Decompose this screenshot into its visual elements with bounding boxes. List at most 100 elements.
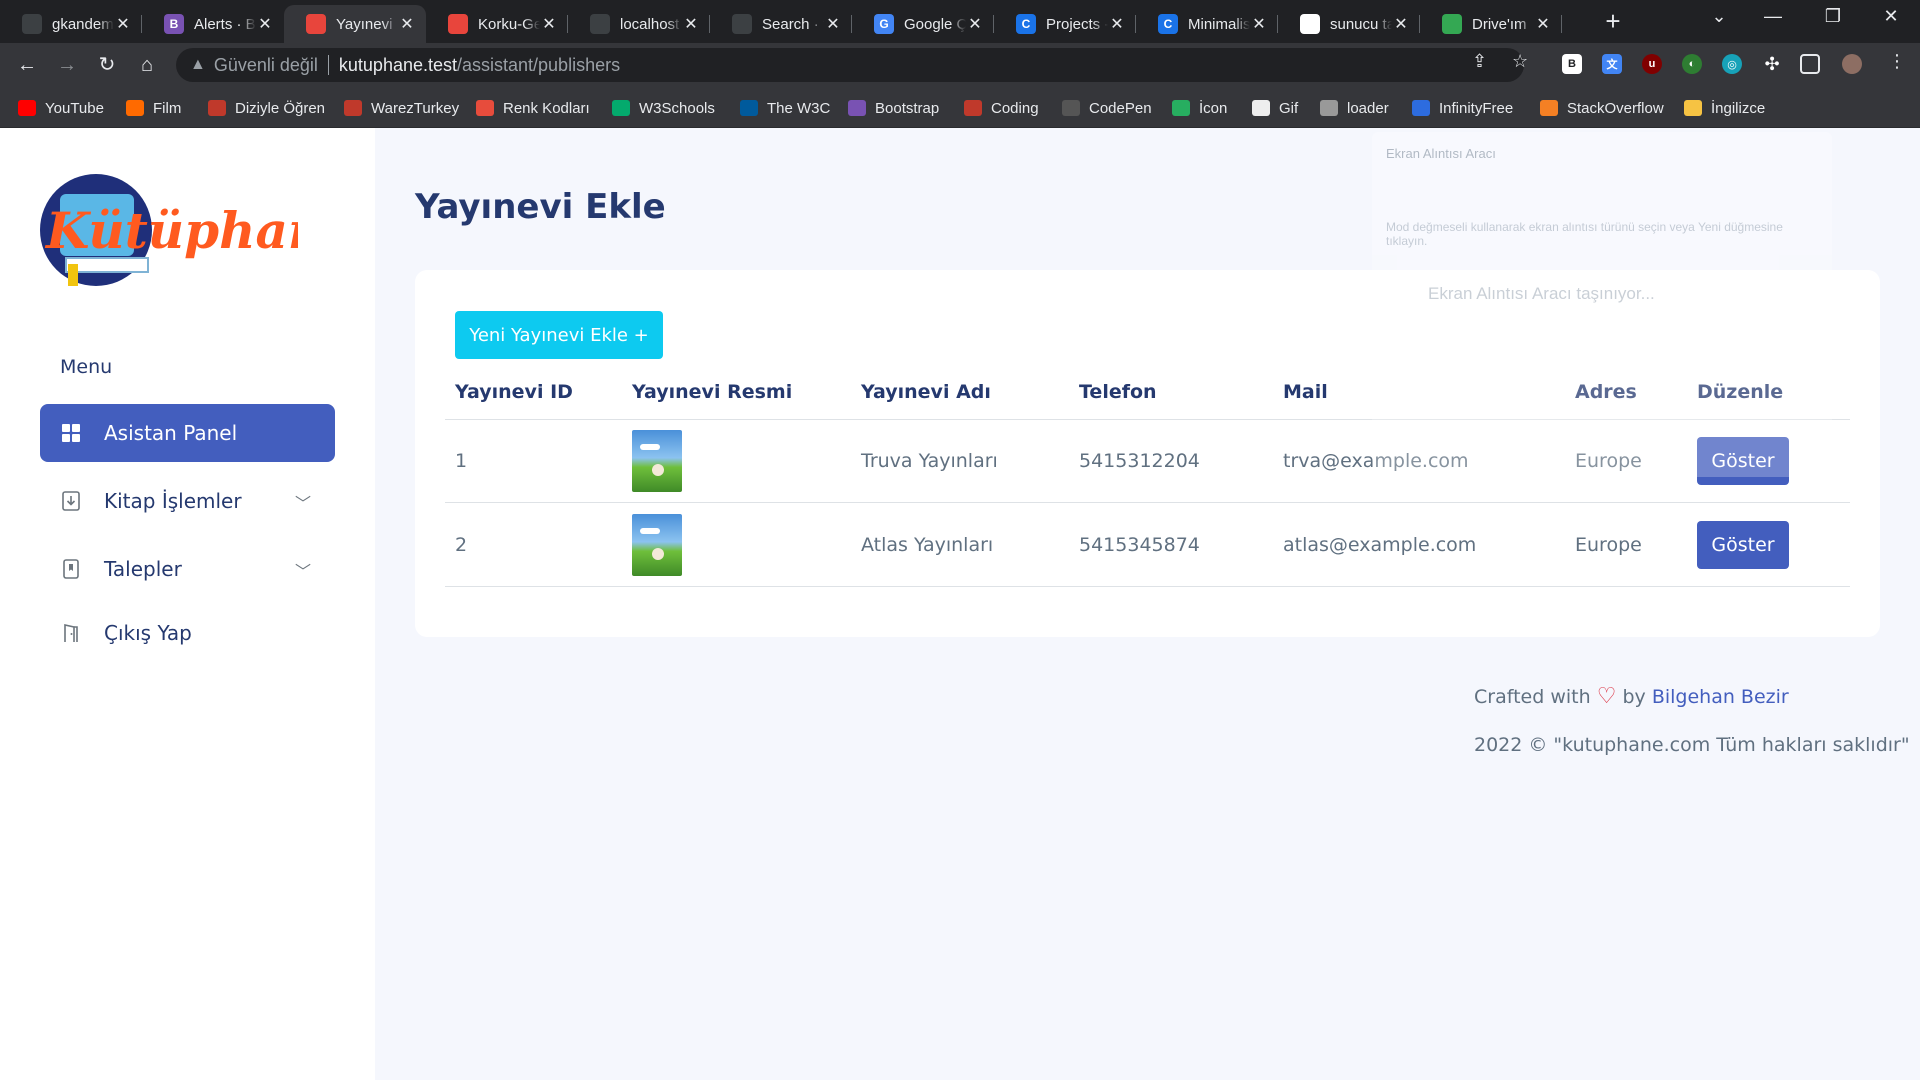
restore-button[interactable]: ❐ [1818, 6, 1848, 27]
overlay-title: Ekran Alıntısı Aracı [1386, 146, 1496, 161]
tab-favicon-icon [448, 14, 468, 34]
door-icon [60, 622, 82, 644]
bookmark-favicon-icon [964, 100, 982, 116]
tab-close-icon[interactable]: ✕ [398, 14, 416, 34]
share-icon[interactable]: ⇪ [1472, 51, 1487, 72]
bookmark-item[interactable]: loader [1320, 97, 1389, 119]
footer-crafted: Crafted with [1474, 686, 1591, 708]
tab-close-icon[interactable]: ✕ [1250, 14, 1268, 34]
tab-close-icon[interactable]: ✕ [1534, 14, 1552, 34]
tab-close-icon[interactable]: ✕ [1392, 14, 1410, 34]
reload-icon[interactable]: ↻ [92, 51, 122, 79]
address-path: /assistant/publishers [457, 54, 621, 75]
bookmark-favicon-icon [1540, 100, 1558, 116]
bookmark-item[interactable]: InfinityFree [1412, 97, 1513, 119]
bookmark-favicon-icon [1684, 100, 1702, 116]
close-window-button[interactable]: ✕ [1876, 6, 1906, 27]
show-button[interactable]: Göster [1697, 521, 1789, 569]
browser-tab[interactable]: Yayınevi E✕ [284, 5, 426, 43]
forward-icon[interactable]: → [52, 51, 82, 79]
publisher-image [632, 514, 682, 576]
bookmark-favicon-icon [1412, 100, 1430, 116]
tab-close-icon[interactable]: ✕ [114, 14, 132, 34]
bookmark-item[interactable]: YouTube [18, 97, 104, 119]
tab-title: localhost [620, 15, 680, 33]
bookmark-item[interactable]: WarezTurkey [344, 97, 459, 119]
bookmark-favicon-icon [476, 100, 494, 116]
bookmark-item[interactable]: İngilizce [1684, 97, 1765, 119]
security-label: Güvenli değil [213, 54, 318, 75]
sidebar: Kütüphane Menu Asistan Panel Kitap İşlem… [0, 128, 375, 1080]
tab-close-icon[interactable]: ✕ [540, 14, 558, 34]
cell-phone: 5415312204 [1079, 450, 1200, 472]
kutuphane-logo[interactable]: Kütüphane [38, 168, 298, 298]
browser-tab[interactable]: G Google Ç ✕ [852, 5, 994, 43]
bookmark-item[interactable]: Film [126, 97, 181, 119]
bookmark-favicon-icon [18, 100, 36, 116]
more-menu-icon[interactable]: ⋮ [1888, 51, 1906, 72]
bookmark-star-icon[interactable]: ☆ [1512, 51, 1528, 72]
browser-tab[interactable]: Korku-Ge ✕ [426, 5, 568, 43]
bookmark-item[interactable]: W3Schools [612, 97, 715, 119]
sidebar-item-assistant-panel[interactable]: Asistan Panel [40, 404, 335, 462]
sidebar-item-label: Kitap İşlemler [104, 489, 242, 513]
tab-title: Alerts · Bo [194, 15, 256, 33]
tab-title: Drive'ım [1472, 15, 1527, 33]
bookmark-label: W3Schools [639, 99, 715, 117]
tab-close-icon[interactable]: ✕ [966, 14, 984, 34]
browser-tab[interactable]: sunucu ta ✕ [1278, 5, 1420, 43]
extension-b-icon[interactable]: B [1562, 54, 1582, 74]
tab-favicon-icon [1442, 14, 1462, 34]
bookmark-favicon-icon [344, 100, 362, 116]
bookmark-label: Coding [991, 99, 1039, 117]
tab-close-icon[interactable]: ✕ [256, 14, 274, 34]
bookmark-item[interactable]: CodePen [1062, 97, 1152, 119]
bookmark-icon [60, 558, 82, 580]
minimize-button[interactable]: — [1758, 6, 1788, 27]
bookmark-item[interactable]: The W3C [740, 97, 830, 119]
profile-avatar[interactable] [1842, 54, 1862, 74]
address-bar[interactable]: ▲ Güvenli değil kutuphane.test /assistan… [176, 48, 1524, 82]
tab-separator [1561, 15, 1562, 33]
puzzle-icon[interactable]: ✣ [1762, 54, 1782, 74]
sidebar-item-requests[interactable]: Talepler ﹀ [40, 540, 335, 598]
tab-close-icon[interactable]: ✕ [824, 14, 842, 34]
bookmark-item[interactable]: Bootstrap [848, 97, 939, 119]
column-header-name: Yayınevi Adı [861, 381, 991, 403]
browser-tab[interactable]: gkandem ✕ [0, 5, 142, 43]
cell-name: Atlas Yayınları [861, 534, 994, 556]
browser-tab[interactable]: B Alerts · Bo✕ [142, 5, 284, 43]
ublock-icon[interactable]: u [1642, 54, 1662, 74]
browser-tab[interactable]: Drive'ım ✕ [1420, 5, 1562, 43]
browser-tab[interactable]: C Minimalis ✕ [1136, 5, 1278, 43]
add-publisher-button[interactable]: Yeni Yayınevi Ekle + [455, 311, 663, 359]
extension-circle-icon[interactable]: ◎ [1722, 54, 1742, 74]
translate-icon[interactable]: 文 [1602, 54, 1622, 74]
browser-tab[interactable]: localhost ✕ [568, 5, 710, 43]
bookmark-label: Bootstrap [875, 99, 940, 117]
back-icon[interactable]: ← [12, 51, 42, 79]
cell-name: Truva Yayınları [861, 450, 998, 472]
book-download-icon [60, 490, 82, 512]
bookmark-item[interactable]: StackOverflow [1540, 97, 1664, 119]
home-icon[interactable]: ⌂ [132, 51, 162, 79]
tab-close-icon[interactable]: ✕ [682, 14, 700, 34]
sidebar-item-logout[interactable]: Çıkış Yap [40, 604, 335, 662]
bookmark-item[interactable]: Coding [964, 97, 1039, 119]
bookmark-item[interactable]: Renk Kodları [476, 97, 590, 119]
browser-tab[interactable]: C Projects - ✕ [994, 5, 1136, 43]
sidebar-item-book-operations[interactable]: Kitap İşlemler ﹀ [40, 472, 335, 530]
tab-search-icon[interactable]: ⌄ [1704, 6, 1734, 27]
bookmark-item[interactable]: Gif [1252, 97, 1298, 119]
new-tab-button[interactable]: + [1600, 8, 1626, 34]
color-picker-icon[interactable]: ◐ [1682, 54, 1702, 74]
sidepanel-icon[interactable] [1800, 54, 1820, 74]
bookmark-label: WarezTurkey [371, 99, 460, 117]
browser-tab[interactable]: Search · f ✕ [710, 5, 852, 43]
bookmark-item[interactable]: Diziyle Öğren [208, 97, 325, 119]
sidebar-item-label: Talepler [104, 557, 182, 581]
bookmark-item[interactable]: İcon [1172, 97, 1227, 119]
column-header-phone: Telefon [1079, 381, 1157, 403]
footer-author-link[interactable]: Bilgehan Bezir [1652, 686, 1789, 708]
tab-close-icon[interactable]: ✕ [1108, 14, 1126, 34]
